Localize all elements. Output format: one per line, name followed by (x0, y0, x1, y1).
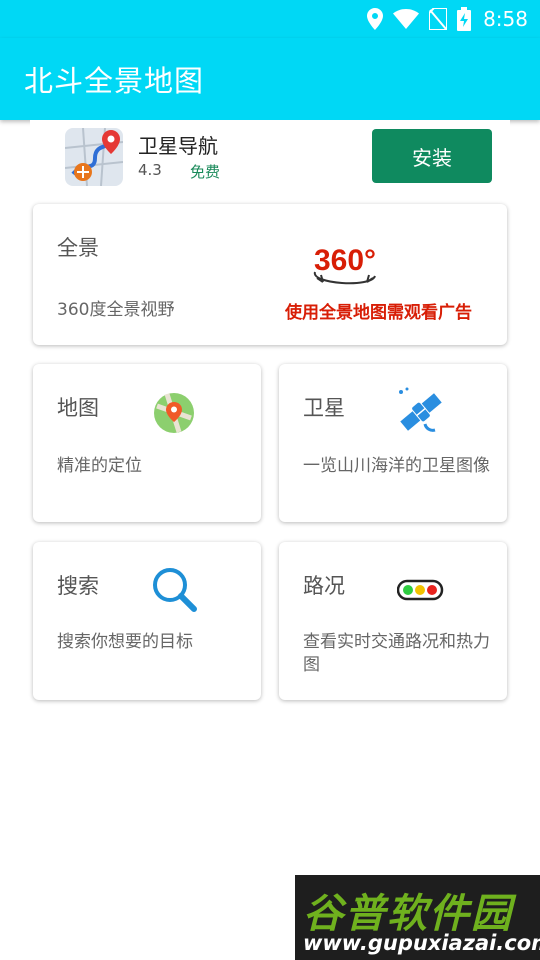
battery-charging-icon (457, 7, 472, 31)
map-description: 精准的定位 (57, 456, 142, 476)
map-card[interactable]: 地图 精准的定位 (33, 364, 261, 522)
wifi-icon (393, 9, 420, 29)
satellite-icon (395, 386, 447, 442)
panorama-card[interactable]: 全景 360度全景视野 360° 使用全景地图需观看广告 (33, 204, 507, 345)
traffic-description: 查看实时交通路况和热力图 (303, 632, 490, 675)
ad-banner[interactable]: 卫星导航 4.3 免费 安装 (30, 120, 510, 194)
panorama-title: 全景 (57, 236, 99, 260)
status-time: 8:58 (483, 7, 528, 31)
search-card[interactable]: 搜索 搜索你想要的目标 (33, 542, 261, 700)
status-bar: 8:58 (0, 0, 540, 38)
panorama-description: 360度全景视野 (57, 300, 175, 320)
traffic-title: 路况 (303, 574, 345, 598)
panorama-ad-warning: 使用全景地图需观看广告 (285, 303, 472, 323)
app-bar: 北斗全景地图 (0, 38, 540, 120)
ad-rating: 4.3 (138, 161, 162, 179)
ad-app-name: 卫星导航 (138, 134, 218, 158)
location-icon (367, 8, 384, 30)
traffic-card[interactable]: 路况 查看实时交通路况和热力图 (279, 542, 507, 700)
panorama-360-icon: 360° (311, 232, 381, 298)
map-pin-icon (153, 392, 195, 438)
satellite-description: 一览山川海洋的卫星图像 (303, 456, 490, 476)
satellite-card[interactable]: 卫星 一览山川海洋的卫星图像 (279, 364, 507, 522)
ad-price: 免费 (190, 163, 221, 181)
navigation-app-icon[interactable] (65, 128, 123, 186)
install-button[interactable]: 安装 (372, 129, 492, 183)
status-icons: 8:58 (367, 6, 528, 32)
traffic-light-icon (396, 579, 445, 607)
app-title: 北斗全景地图 (24, 64, 205, 98)
search-description: 搜索你想要的目标 (57, 632, 193, 652)
search-icon (151, 566, 199, 618)
map-title: 地图 (57, 396, 99, 420)
satellite-title: 卫星 (303, 396, 345, 420)
panorama-360-label: 360° (314, 244, 376, 277)
no-sim-icon (429, 8, 448, 30)
watermark-logo: 谷普软件园 www.gupuxiazai.com (295, 875, 540, 960)
search-title: 搜索 (57, 574, 99, 598)
watermark-url: www.gupuxiazai.com (303, 931, 540, 955)
